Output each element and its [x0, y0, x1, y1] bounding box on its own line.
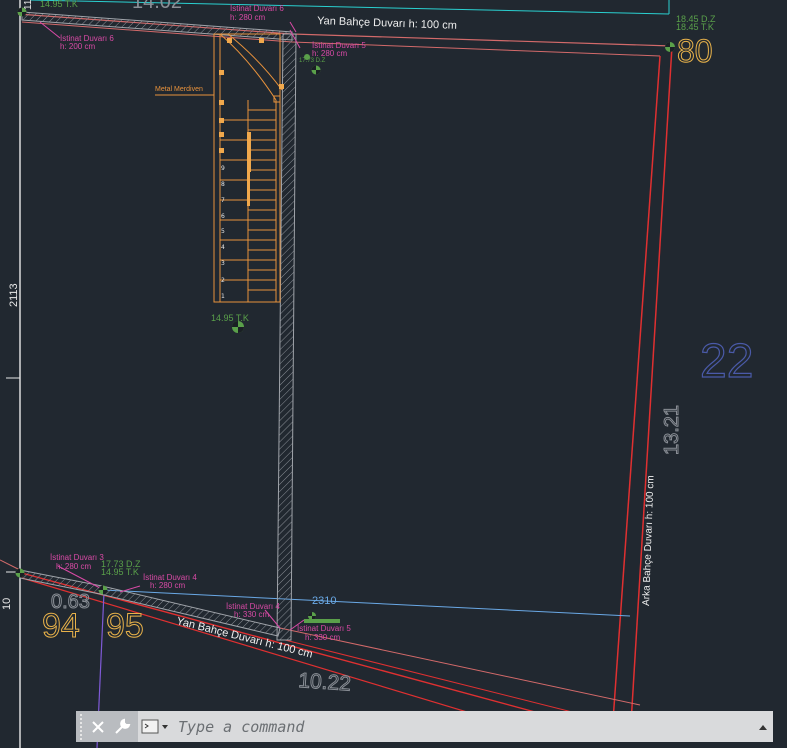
wall-label-height: h: 280 cm [56, 562, 91, 571]
command-input-container [138, 711, 773, 742]
level-label: 14.95 T.K [101, 567, 139, 577]
level-marker-icon [15, 568, 25, 578]
chevron-up-icon[interactable] [753, 723, 773, 731]
wall-label-height: h: 280 cm [150, 581, 185, 590]
dimension-label: 13.21 [661, 405, 683, 455]
wrench-icon[interactable] [110, 711, 134, 742]
cad-drawing-canvas[interactable]: 1 2 3 4 5 6 7 8 9 14.95 T.K 14.02 11 İst… [0, 0, 787, 748]
parcel-number: 95 [106, 607, 144, 645]
stair-step-numbers: 1 2 3 4 5 6 7 8 9 [221, 165, 225, 300]
dimension-label: 11 [23, 0, 34, 10]
level-marker-icon [311, 65, 321, 75]
stair-number: 9 [221, 165, 225, 172]
wall-label-title: İstinat Duvarı 6 [230, 4, 284, 13]
close-icon[interactable] [86, 711, 110, 742]
level-label: 14.95 T.K [40, 0, 78, 9]
wall-label-height: h: 280 cm [312, 49, 347, 58]
stair-number: 7 [221, 197, 225, 204]
wall-label-title: İstinat Duvarı 3 [50, 553, 104, 562]
parcel-number: 22 [700, 335, 753, 388]
stair-number: 2 [221, 277, 225, 284]
level-marker-icon [308, 612, 316, 620]
drag-handle[interactable] [76, 711, 86, 742]
command-line-bar [76, 711, 773, 742]
stair-number: 3 [221, 260, 225, 267]
dimension-label: 10 [1, 598, 13, 610]
dimension-label: 10.22 [298, 669, 352, 696]
level-marker-icon [98, 585, 108, 595]
wall-name-label: Yan Bahçe Duvarı h: 100 cm [317, 15, 457, 32]
command-prompt-icon[interactable] [138, 711, 172, 742]
parcel-number: 80 [677, 33, 713, 69]
dimension-label: 14.02 [132, 0, 182, 13]
stair-number: 1 [221, 293, 225, 300]
level-marker-icons [15, 7, 675, 623]
wall-label-height: h: 330 cm [234, 610, 269, 619]
wall-label-title: İstinat Duvarı 5 [297, 624, 351, 633]
level-marker-bar [304, 619, 340, 623]
wall-label-height: h: 330 cm [305, 633, 340, 642]
parcel-number: 94 [42, 607, 80, 645]
wall-name-label: Arka Bahçe Duvarı h: 100 cm [641, 475, 657, 606]
stair-post-markers [219, 38, 284, 206]
wall-label-height: h: 200 cm [60, 42, 95, 51]
command-input[interactable] [172, 711, 753, 742]
metal-stairs [155, 33, 283, 303]
stair-label: Metal Merdiven [155, 86, 203, 93]
stair-number: 5 [221, 228, 225, 235]
retaining-wall-hatch [19, 11, 297, 641]
wall-label-height: h: 280 cm [230, 13, 265, 22]
dimension-label: 2113 [8, 283, 20, 307]
level-label: 17.73 D.Z [299, 58, 326, 64]
level-marker-icon [665, 42, 675, 52]
dimension-label: 2310 [312, 595, 336, 607]
stair-number: 4 [221, 244, 225, 251]
stair-number: 8 [221, 181, 225, 188]
leader-lines [39, 21, 305, 631]
stair-number: 6 [221, 213, 225, 220]
level-label: 18.45 T.K [676, 22, 714, 32]
level-label: 14.95 T.K [211, 313, 249, 323]
